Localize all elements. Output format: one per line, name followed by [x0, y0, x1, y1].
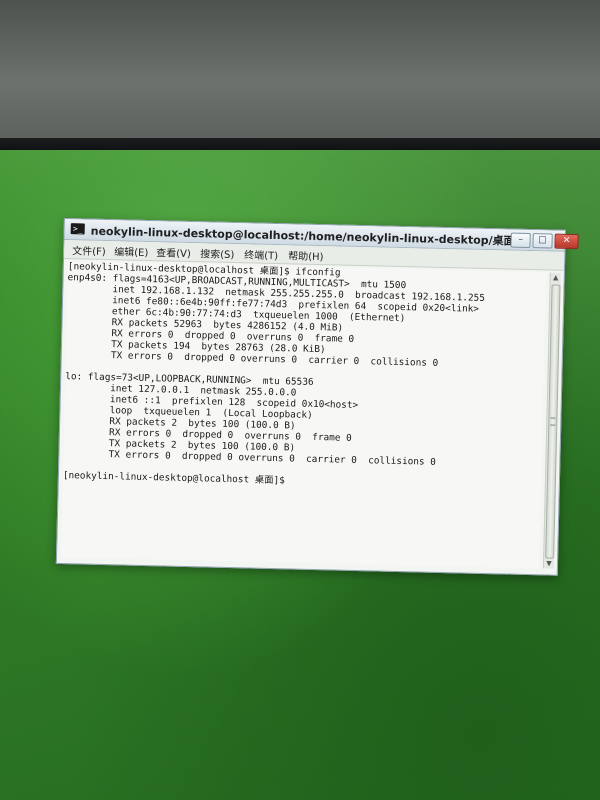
scrollbar-thumb[interactable]: [545, 284, 561, 559]
maximize-button[interactable]: □: [532, 233, 553, 249]
menu-terminal[interactable]: 终端(T): [244, 246, 278, 262]
menu-help[interactable]: 帮助(H): [288, 247, 324, 263]
background-wall: [0, 0, 600, 150]
menu-edit[interactable]: 编辑(E): [114, 243, 148, 259]
terminal-icon: >_: [70, 223, 85, 235]
scroll-grip-icon: [550, 417, 556, 426]
menu-file[interactable]: 文件(F): [72, 242, 106, 258]
vertical-scrollbar[interactable]: ▲ ▼: [542, 272, 561, 569]
menu-search[interactable]: 搜索(S): [200, 245, 235, 261]
close-button[interactable]: ✕: [554, 233, 579, 250]
scroll-down-arrow-icon[interactable]: ▼: [544, 558, 554, 568]
menu-view[interactable]: 查看(V): [156, 244, 191, 260]
scroll-up-arrow-icon[interactable]: ▲: [551, 272, 561, 282]
terminal-output[interactable]: [neokylin-linux-desktop@localhost 桌面]$ i…: [61, 261, 546, 569]
terminal-window: >_ neokylin-linux-desktop@localhost:/hom…: [55, 218, 579, 576]
minimize-button[interactable]: –: [510, 232, 531, 248]
terminal-prompt: [neokylin-linux-desktop@localhost 桌面]$: [62, 470, 285, 487]
